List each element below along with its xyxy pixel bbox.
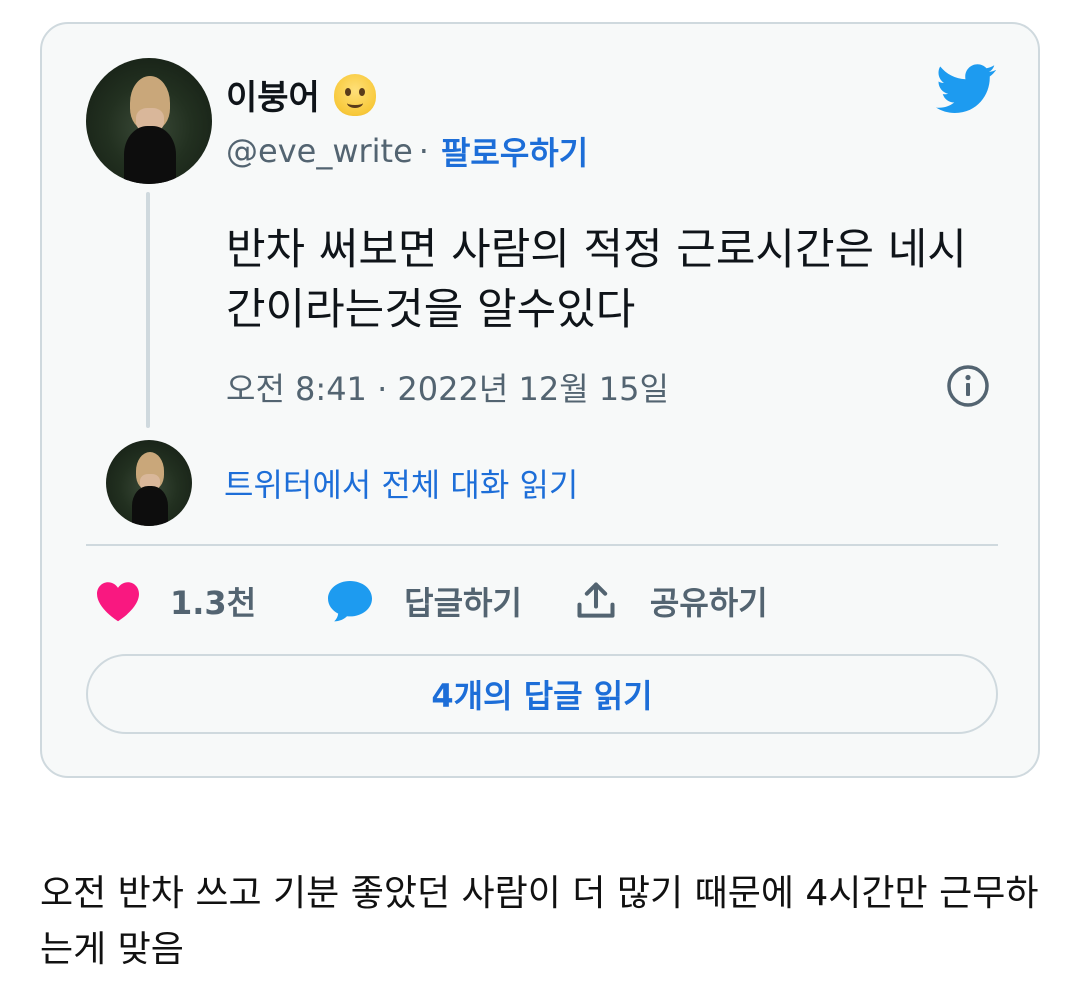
heart-icon <box>94 577 142 625</box>
divider <box>86 544 998 546</box>
conversation-avatar[interactable] <box>106 440 192 526</box>
info-icon[interactable] <box>946 364 990 408</box>
tweet-embed-card: 이붕어 @eve_write · 팔로우하기 반차 써보면 사람의 적정 근로시… <box>40 22 1040 778</box>
tweet-actions: 1.3천 답글하기 공유하기 <box>94 574 768 628</box>
reply-button[interactable]: 답글하기 <box>326 577 522 625</box>
read-replies-button[interactable]: 4개의 답글 읽기 <box>86 654 998 734</box>
melting-face-emoji-icon <box>333 73 376 116</box>
like-count: 1.3천 <box>170 584 257 622</box>
speech-bubble-icon <box>326 577 374 625</box>
author-name-row: 이붕어 <box>226 70 376 119</box>
share-button[interactable]: 공유하기 <box>572 577 768 625</box>
tweet-timestamp[interactable]: 오전 8:41 · 2022년 12월 15일 <box>226 364 669 410</box>
follow-button[interactable]: 팔로우하기 <box>441 128 588 174</box>
share-upload-icon <box>572 577 620 625</box>
read-full-conversation-link[interactable]: 트위터에서 전체 대화 읽기 <box>224 460 578 506</box>
separator-dot: · <box>418 132 429 170</box>
author-display-name[interactable]: 이붕어 <box>226 70 320 119</box>
author-avatar[interactable] <box>86 58 212 184</box>
author-handle-row: @eve_write · 팔로우하기 <box>226 128 588 174</box>
post-caption: 오전 반차 쓰고 기분 좋았던 사람이 더 많기 때문에 4시간만 근무하는게 … <box>40 873 1039 970</box>
reply-label: 답글하기 <box>404 584 522 622</box>
thread-connector-line <box>146 192 150 428</box>
twitter-bird-icon[interactable] <box>936 64 998 114</box>
tweet-text: 반차 써보면 사람의 적정 근로시간은 네시간이라는것을 알수있다 <box>226 225 967 335</box>
like-button[interactable]: 1.3천 <box>94 577 256 625</box>
author-handle[interactable]: @eve_write <box>226 132 413 170</box>
share-label: 공유하기 <box>649 584 768 622</box>
